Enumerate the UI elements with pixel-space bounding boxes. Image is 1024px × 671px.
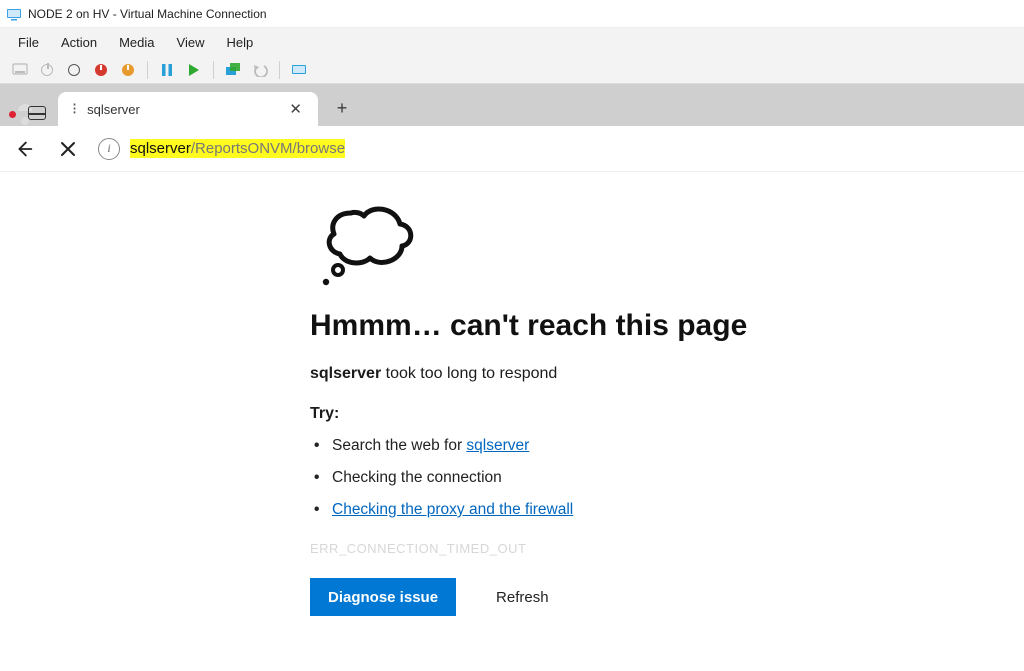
try-proxy-link[interactable]: Checking the proxy and the firewall (332, 501, 573, 518)
error-subtext: sqlserver took too long to respond (310, 365, 1024, 383)
toolbar-separator (147, 61, 148, 79)
workspaces-icon[interactable] (28, 106, 46, 120)
menubar: File Action Media View Help (0, 28, 1024, 56)
try-search-link[interactable]: sqlserver (466, 437, 529, 454)
try-item-search: Search the web for sqlserver (310, 437, 1024, 455)
url-host: sqlserver (130, 139, 191, 158)
menu-action[interactable]: Action (61, 35, 97, 50)
pause-icon[interactable] (157, 60, 177, 80)
url-path: /ReportsONVM/browse (191, 139, 345, 158)
stop-button[interactable] (54, 135, 82, 163)
error-host: sqlserver (310, 365, 381, 382)
try-list: Search the web for sqlserver Checking th… (310, 437, 1024, 519)
browser-nav-row: i sqlserver/ReportsONVM/browse (0, 126, 1024, 172)
error-buttons: Diagnose issue Refresh (310, 578, 1024, 616)
address-bar[interactable]: i sqlserver/ReportsONVM/browse (98, 133, 349, 165)
revert-icon[interactable] (250, 60, 270, 80)
tab-close-icon[interactable]: ✕ (285, 98, 306, 120)
vm-window-title: NODE 2 on HV - Virtual Machine Connectio… (28, 7, 267, 21)
try-search-prefix: Search the web for (332, 437, 466, 454)
menu-file[interactable]: File (18, 35, 39, 50)
error-code: ERR_CONNECTION_TIMED_OUT (310, 541, 1024, 556)
start-icon[interactable] (37, 60, 57, 80)
tab-favicon-icon: ⁝ (72, 99, 77, 119)
vm-app-icon (6, 6, 22, 22)
menu-media[interactable]: Media (119, 35, 154, 50)
checkpoint-icon[interactable] (223, 60, 243, 80)
thought-bubble-icon (316, 198, 1024, 291)
menu-help[interactable]: Help (226, 35, 253, 50)
refresh-button[interactable]: Refresh (478, 578, 567, 616)
site-info-icon[interactable]: i (98, 138, 120, 160)
error-page: Hmmm… can't reach this page sqlserver to… (0, 172, 1024, 616)
reset-icon[interactable] (118, 60, 138, 80)
browser-tabstrip: ⁝ sqlserver ✕ + (0, 84, 1024, 126)
toolbar-separator (213, 61, 214, 79)
url-text: sqlserver/ReportsONVM/browse (130, 140, 345, 157)
try-item-connection: Checking the connection (310, 469, 1024, 487)
error-sub-after: took too long to respond (381, 365, 557, 382)
try-label: Try: (310, 405, 1024, 423)
error-heading: Hmmm… can't reach this page (310, 309, 1024, 343)
browser-tab[interactable]: ⁝ sqlserver ✕ (58, 92, 318, 126)
shutdown-icon[interactable] (91, 60, 111, 80)
vm-toolbar (0, 56, 1024, 84)
tabstrip-left-icons (6, 106, 58, 126)
back-button[interactable] (10, 135, 38, 163)
menu-view[interactable]: View (177, 35, 205, 50)
try-item-proxy: Checking the proxy and the firewall (310, 501, 1024, 519)
diagnose-button[interactable]: Diagnose issue (310, 578, 456, 616)
vm-titlebar: NODE 2 on HV - Virtual Machine Connectio… (0, 0, 1024, 28)
turnoff-icon[interactable] (64, 60, 84, 80)
enhanced-session-icon[interactable] (289, 60, 309, 80)
toolbar-separator (279, 61, 280, 79)
ctrl-alt-del-icon[interactable] (10, 60, 30, 80)
tab-title: sqlserver (87, 102, 275, 117)
new-tab-button[interactable]: + (326, 92, 358, 124)
play-icon[interactable] (184, 60, 204, 80)
